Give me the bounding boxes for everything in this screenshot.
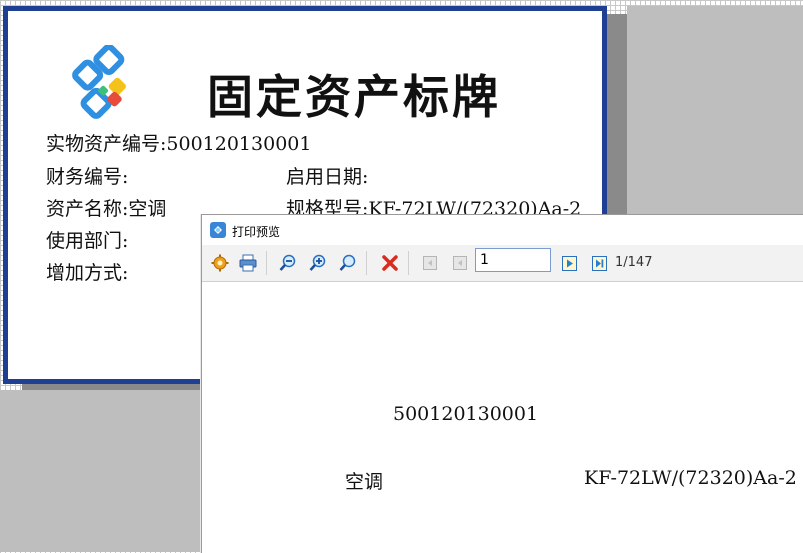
toolbar-separator [408,251,409,275]
print-button[interactable] [236,251,260,275]
settings-button[interactable] [208,251,232,275]
preview-asset-name: 空调 [345,471,384,493]
asset-name-value: 空调 [128,198,167,220]
asset-no-label: 实物资产编号: [46,133,167,155]
designer-workspace-lower [0,390,201,552]
toolbar-separator [366,251,367,275]
asset-no-field: 实物资产编号:500120130001 [46,132,311,156]
next-page-button[interactable] [557,251,581,275]
preview-toolbar: 1/147 [202,245,803,282]
dept-label: 使用部门: [46,230,129,252]
page-number-input[interactable] [475,248,551,272]
window-title: 打印预览 [232,225,281,239]
close-red-x-icon [382,255,398,271]
toolbar-separator [266,251,267,275]
preview-spec: KF-72LW/(72320)Aa-2 [584,467,797,489]
prev-page-icon [453,256,467,270]
first-page-button[interactable] [418,251,442,275]
close-preview-button[interactable] [378,251,402,275]
next-page-icon [561,255,577,271]
zoom-in-icon [309,254,326,271]
zoom-out-button[interactable] [276,251,300,275]
start-date-label: 启用日期: [286,166,369,188]
zoom-fit-button[interactable] [336,251,360,275]
printer-icon [239,254,257,272]
finance-no-label: 财务编号: [46,166,129,188]
label-title: 固定资产标牌 [207,70,501,124]
preview-titlebar[interactable]: 打印预览 [202,215,803,245]
designer-workspace [627,6,803,216]
gear-icon [211,254,229,272]
asset-name-field: 资产名称:空调 [46,197,166,221]
zoom-fit-icon [339,254,356,271]
company-logo-icon [72,45,126,119]
asset-name-label: 资产名称: [46,198,129,220]
print-preview-window[interactable]: 打印预览 1 1/147 500120130001 空调 KF-72LW/(72… [201,214,803,553]
page-count: 1/147 [615,255,653,270]
add-method-label: 增加方式: [46,262,129,284]
zoom-out-icon [279,254,296,271]
first-page-icon [423,256,437,270]
app-icon [210,222,226,238]
zoom-in-button[interactable] [306,251,330,275]
prev-page-button[interactable] [448,251,472,275]
asset-no-value: 500120130001 [166,133,312,155]
last-page-icon [591,255,607,271]
label-shadow-right [607,14,627,214]
preview-asset-no: 500120130001 [393,403,539,425]
last-page-button[interactable] [587,251,611,275]
